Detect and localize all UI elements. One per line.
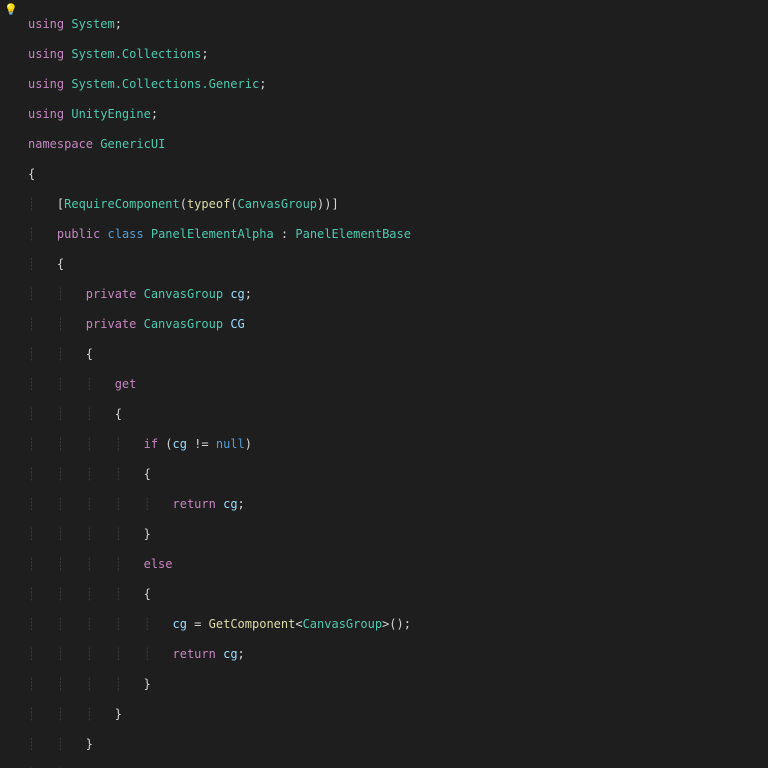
code-line: ┊ ┊ ┊ } <box>28 707 768 722</box>
code-line: using UnityEngine; <box>28 107 768 122</box>
code-line: ┊ ┊ { <box>28 347 768 362</box>
code-line: ┊ ┊ ┊ ┊ } <box>28 677 768 692</box>
code-line: ┊ ┊ ┊ ┊ { <box>28 467 768 482</box>
code-area[interactable]: using System; using System.Collections; … <box>22 0 768 768</box>
code-line: ┊ { <box>28 257 768 272</box>
code-line: { <box>28 167 768 182</box>
code-line: ┊ [RequireComponent(typeof(CanvasGroup))… <box>28 197 768 212</box>
code-line: ┊ ┊ ┊ ┊ if (cg != null) <box>28 437 768 452</box>
code-line: ┊ ┊ ┊ ┊ { <box>28 587 768 602</box>
lightbulb-icon[interactable]: 💡 <box>4 2 18 17</box>
code-line: ┊ ┊ } <box>28 737 768 752</box>
code-line: ┊ ┊ ┊ { <box>28 407 768 422</box>
code-line: ┊ ┊ private CanvasGroup cg; <box>28 287 768 302</box>
code-line: ┊ ┊ ┊ get <box>28 377 768 392</box>
code-line: ┊ ┊ ┊ ┊ else <box>28 557 768 572</box>
code-line: ┊ ┊ ┊ ┊ ┊ cg = GetComponent<CanvasGroup>… <box>28 617 768 632</box>
code-line: namespace GenericUI <box>28 137 768 152</box>
code-line: ┊ ┊ private CanvasGroup CG <box>28 317 768 332</box>
editor-gutter: 💡 <box>0 0 22 768</box>
code-line: ┊ ┊ ┊ ┊ ┊ return cg; <box>28 647 768 662</box>
code-line: ┊ public class PanelElementAlpha : Panel… <box>28 227 768 242</box>
code-line: using System; <box>28 17 768 32</box>
code-line: ┊ ┊ ┊ ┊ ┊ return cg; <box>28 497 768 512</box>
code-line: using System.Collections.Generic; <box>28 77 768 92</box>
code-line: using System.Collections; <box>28 47 768 62</box>
code-editor[interactable]: 💡 using System; using System.Collections… <box>0 0 768 768</box>
code-line: ┊ ┊ ┊ ┊ } <box>28 527 768 542</box>
